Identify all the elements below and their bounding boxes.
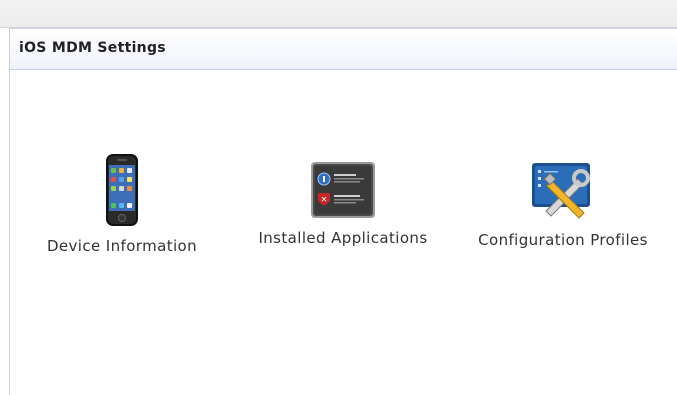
panel-header: iOS MDM Settings	[10, 28, 677, 70]
svg-text:✕: ✕	[321, 195, 328, 204]
top-toolbar	[0, 0, 677, 28]
page-title: iOS MDM Settings	[19, 40, 166, 56]
installed-applications-label: Installed Applications	[258, 229, 428, 247]
app-list-icon: ✕	[311, 162, 375, 218]
installed-applications-button[interactable]: ✕ Installed Applications	[238, 161, 448, 247]
device-information-button[interactable]: Device Information	[27, 153, 217, 255]
configuration-profiles-label: Configuration Profiles	[478, 231, 648, 249]
iphone-icon	[106, 154, 138, 226]
mdm-settings-panel: iOS MDM Settings Device Information ✕ In…	[9, 28, 677, 395]
device-information-label: Device Information	[46, 237, 198, 255]
configuration-profiles-button[interactable]: Configuration Profiles	[458, 161, 668, 249]
tools-icon	[532, 163, 590, 219]
